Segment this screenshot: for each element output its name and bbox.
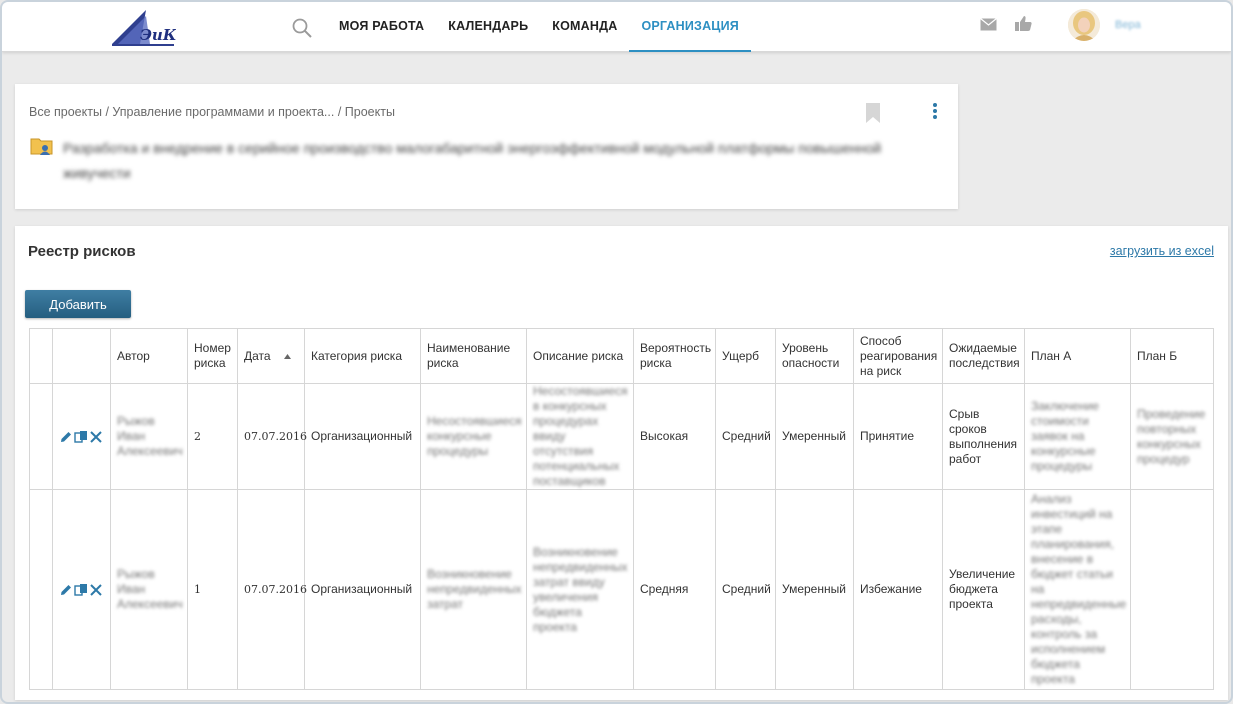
header-risk-name[interactable]: Наименование риска	[420, 328, 527, 384]
svg-text:ЭиК: ЭиК	[140, 26, 176, 44]
cell-category: Организационный	[304, 489, 421, 690]
cell-risk-description: Возникновение непредвиденных затрат ввид…	[526, 489, 634, 690]
header-danger-level[interactable]: Уровень опасности	[775, 328, 854, 384]
user-name[interactable]: Вера	[1115, 19, 1141, 31]
header-plan-a[interactable]: План А	[1024, 328, 1131, 384]
breadcrumb-projects[interactable]: Проекты	[345, 105, 395, 119]
project-title: Разработка и внедрение в серийное произв…	[63, 140, 882, 181]
cell-plan-b: Проведение повторных конкурсных процедур	[1130, 383, 1214, 490]
cell-risk-number: 2	[187, 383, 238, 490]
cell-author: Рыжов Иван Алексеевич	[110, 489, 188, 690]
header-risk-probability[interactable]: Вероятность риска	[633, 328, 716, 384]
like-icon[interactable]	[1015, 15, 1032, 32]
mail-icon[interactable]	[980, 18, 997, 31]
cell-risk-number: 1	[187, 489, 238, 690]
copy-document-icon[interactable]	[74, 430, 88, 444]
cell-author: Рыжов Иван Алексеевич	[110, 383, 188, 490]
cell-response-method: Избежание	[853, 489, 943, 690]
more-options-icon[interactable]	[929, 102, 941, 122]
cell-risk-name: Несостоявшиеся конкурсные процедуры	[420, 383, 527, 490]
cell-danger-level: Умеренный	[775, 489, 854, 690]
app-frame: ЭиК МОЯ РАБОТА КАЛЕНДАРЬ КОМАНДА ОРГАНИЗ…	[0, 0, 1233, 704]
sort-ascending-icon[interactable]	[283, 353, 291, 359]
top-navigation-bar: ЭиК МОЯ РАБОТА КАЛЕНДАРЬ КОМАНДА ОРГАНИЗ…	[2, 2, 1231, 52]
upload-from-excel-link[interactable]: загрузить из excel	[1110, 244, 1214, 258]
cell-date: 07.07.2016	[237, 489, 307, 690]
cell-damage: Средний	[715, 383, 776, 490]
cell-probability: Высокая	[633, 383, 716, 490]
header-date-label: Дата	[244, 348, 271, 363]
header-spacer	[29, 328, 53, 384]
cell-category: Организационный	[304, 383, 421, 490]
main-nav: МОЯ РАБОТА КАЛЕНДАРЬ КОМАНДА ОРГАНИЗАЦИЯ	[327, 2, 751, 52]
cell-probability: Средняя	[633, 489, 716, 690]
nav-team[interactable]: КОМАНДА	[540, 2, 629, 52]
header-damage[interactable]: Ущерб	[715, 328, 776, 384]
cell-risk-name: Возникновение непредвиденных затрат	[420, 489, 527, 690]
header-plan-b[interactable]: План Б	[1130, 328, 1214, 384]
breadcrumb-separator: /	[337, 105, 345, 119]
delete-x-icon[interactable]	[89, 583, 103, 597]
nav-calendar[interactable]: КАЛЕНДАРЬ	[436, 2, 540, 52]
bookmark-icon[interactable]	[865, 102, 881, 124]
nav-my-work[interactable]: МОЯ РАБОТА	[327, 2, 436, 52]
copy-document-icon[interactable]	[74, 583, 88, 597]
row-spacer	[29, 383, 53, 490]
header-actions	[52, 328, 111, 384]
breadcrumb-program-management[interactable]: Управление программами и проекта...	[112, 105, 334, 119]
registry-title: Реестр рисков	[28, 243, 136, 260]
header-date[interactable]: Дата	[237, 328, 305, 384]
header-consequences[interactable]: Ожидаемые последствия	[942, 328, 1025, 384]
header-response-method[interactable]: Способ реагирования на риск	[853, 328, 943, 384]
table-header-row: Автор Номер риска Дата Категория риска Н…	[29, 328, 1214, 384]
search-icon[interactable]	[291, 17, 313, 39]
cell-risk-description: Несостоявшиеся в конкурсных процедурах в…	[526, 383, 634, 490]
breadcrumb-all-projects[interactable]: Все проекты	[29, 105, 102, 119]
cell-plan-a: Заключение стоимости заявок на конкурсны…	[1024, 383, 1131, 490]
table-row[interactable]: Рыжов Иван Алексеевич 1 07.07.2016 Орган…	[29, 489, 1214, 690]
header-author[interactable]: Автор	[110, 328, 188, 384]
breadcrumb: Все проекты / Управление программами и п…	[29, 105, 395, 119]
risk-registry-panel: Реестр рисков загрузить из excel Добавит…	[15, 226, 1228, 700]
row-actions	[52, 383, 111, 490]
cell-plan-a: Анализ инвестиций на этапе планирования,…	[1024, 489, 1131, 690]
company-logo[interactable]: ЭиК	[110, 8, 176, 48]
project-folder-icon	[30, 138, 53, 155]
nav-organization[interactable]: ОРГАНИЗАЦИЯ	[629, 2, 751, 52]
delete-x-icon[interactable]	[89, 430, 103, 444]
cell-consequences: Увеличение бюджета проекта	[942, 489, 1025, 690]
cell-response-method: Принятие	[853, 383, 943, 490]
edit-pencil-icon[interactable]	[59, 430, 73, 444]
cell-plan-b	[1130, 489, 1214, 690]
avatar-image	[1068, 9, 1100, 41]
cell-consequences: Срыв сроков выполнения работ	[942, 383, 1025, 490]
cell-danger-level: Умеренный	[775, 383, 854, 490]
row-actions	[52, 489, 111, 690]
risk-table: Автор Номер риска Дата Категория риска Н…	[29, 328, 1214, 690]
edit-pencil-icon[interactable]	[59, 583, 73, 597]
add-risk-button[interactable]: Добавить	[25, 290, 131, 318]
project-card: Все проекты / Управление программами и п…	[15, 84, 958, 209]
cell-date: 07.07.2016	[237, 383, 307, 490]
cell-damage: Средний	[715, 489, 776, 690]
header-risk-category[interactable]: Категория риска	[304, 328, 421, 384]
header-risk-description[interactable]: Описание риска	[526, 328, 634, 384]
header-risk-number[interactable]: Номер риска	[187, 328, 238, 384]
user-avatar[interactable]	[1068, 9, 1100, 41]
row-spacer	[29, 489, 53, 690]
table-row[interactable]: Рыжов Иван Алексеевич 2 07.07.2016 Орган…	[29, 383, 1214, 490]
